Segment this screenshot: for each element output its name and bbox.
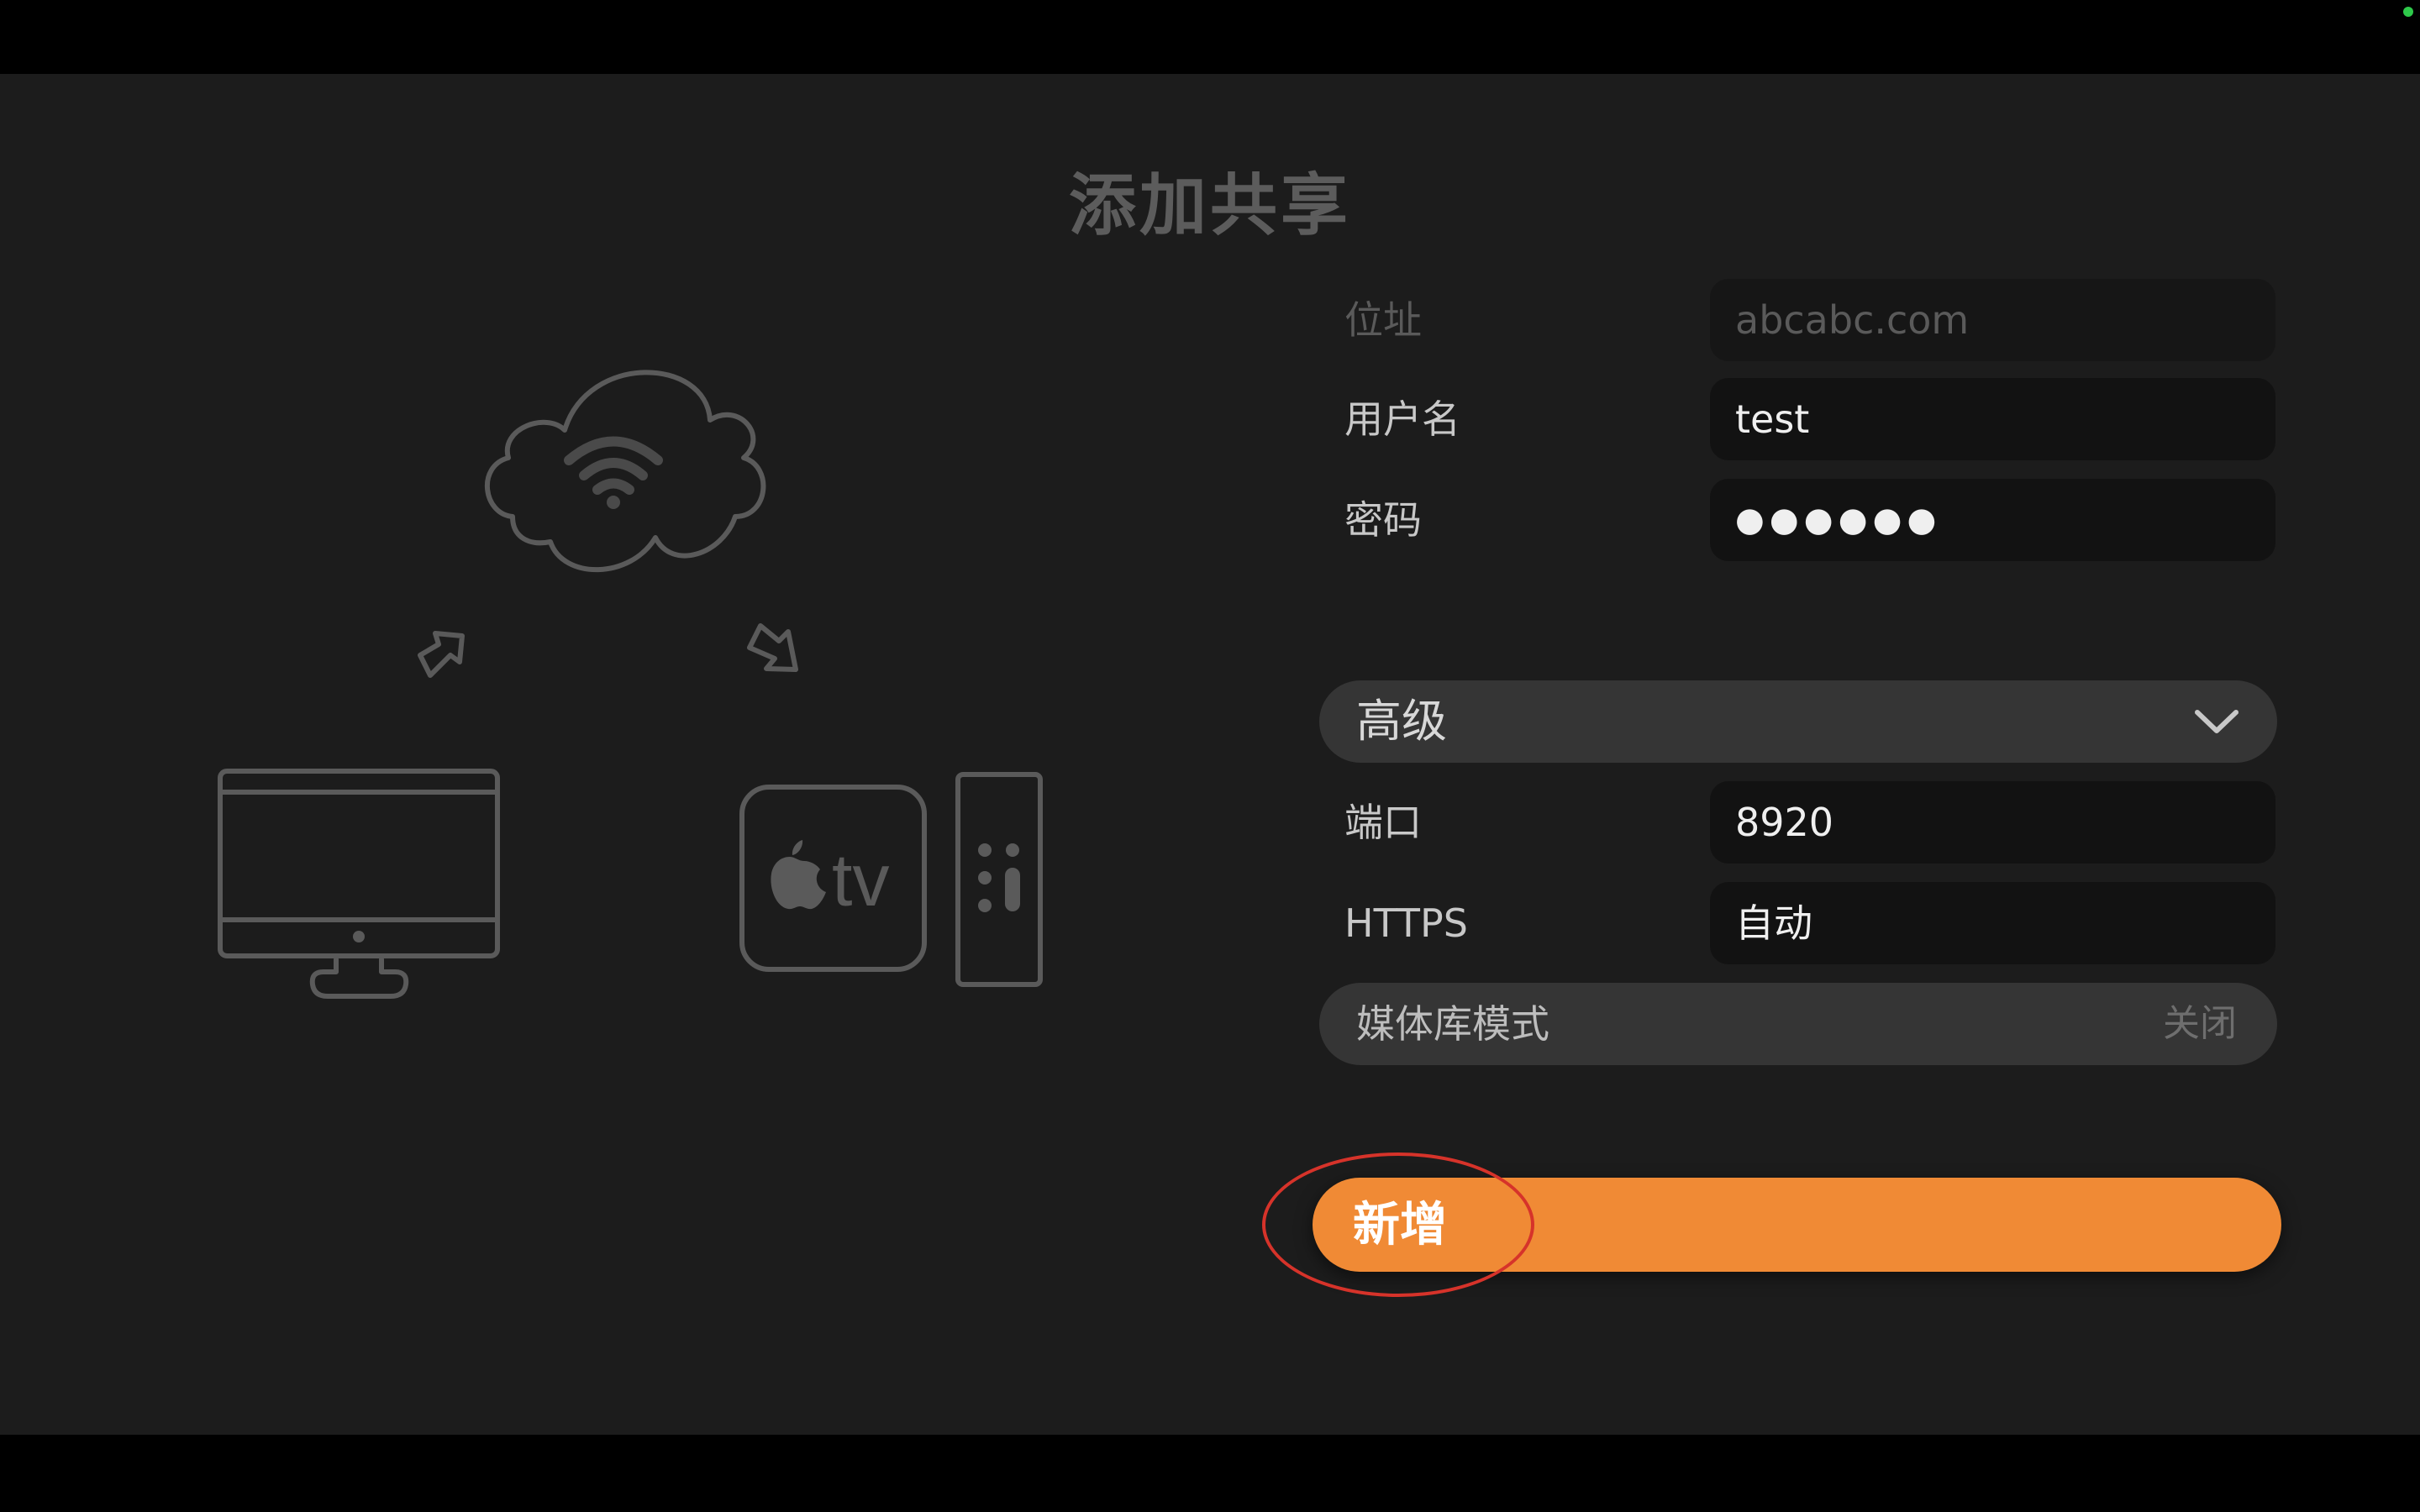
- password-row: 密码 ●●●●●●: [1319, 479, 2277, 561]
- https-field[interactable]: 自动: [1710, 882, 2275, 964]
- advanced-label: 高级: [1356, 695, 1447, 748]
- tv-label: tv: [832, 838, 889, 921]
- port-row: 端口 8920: [1319, 781, 2277, 864]
- remote-icon: [955, 772, 1043, 987]
- upload-arrow-icon: [418, 631, 465, 678]
- bottom-bar: [0, 1435, 2420, 1512]
- download-arrow-icon: [747, 623, 798, 672]
- add-button[interactable]: 新增: [1313, 1178, 2281, 1272]
- username-row: 用户名 test: [1319, 378, 2277, 460]
- library-mode-value: 关闭: [2163, 1002, 2237, 1045]
- advanced-toggle[interactable]: 高级: [1319, 680, 2277, 763]
- address-row: 位址 abcabc.com: [1319, 279, 2277, 361]
- username-field[interactable]: test: [1710, 378, 2275, 460]
- chevron-down-icon: [2195, 710, 2238, 733]
- password-label: 密码: [1344, 497, 1422, 543]
- library-mode-toggle[interactable]: 媒体库模式 关闭: [1319, 983, 2277, 1065]
- username-label: 用户名: [1344, 396, 1460, 442]
- cloud-wifi-icon: [485, 370, 766, 573]
- imac-icon: [218, 769, 500, 999]
- illustration: tv: [218, 370, 1043, 999]
- address-field[interactable]: abcabc.com: [1710, 279, 2275, 361]
- https-row: HTTPS 自动: [1319, 882, 2277, 964]
- status-indicator: [2403, 7, 2413, 17]
- apple-logo-icon: [771, 840, 826, 910]
- password-field[interactable]: ●●●●●●: [1710, 479, 2275, 561]
- address-label: 位址: [1344, 297, 1422, 343]
- port-field[interactable]: 8920: [1710, 781, 2275, 864]
- port-label: 端口: [1344, 800, 1422, 845]
- add-button-label: 新增: [1353, 1198, 1447, 1251]
- library-mode-label: 媒体库模式: [1356, 1001, 1549, 1047]
- https-label: HTTPS: [1344, 900, 1468, 946]
